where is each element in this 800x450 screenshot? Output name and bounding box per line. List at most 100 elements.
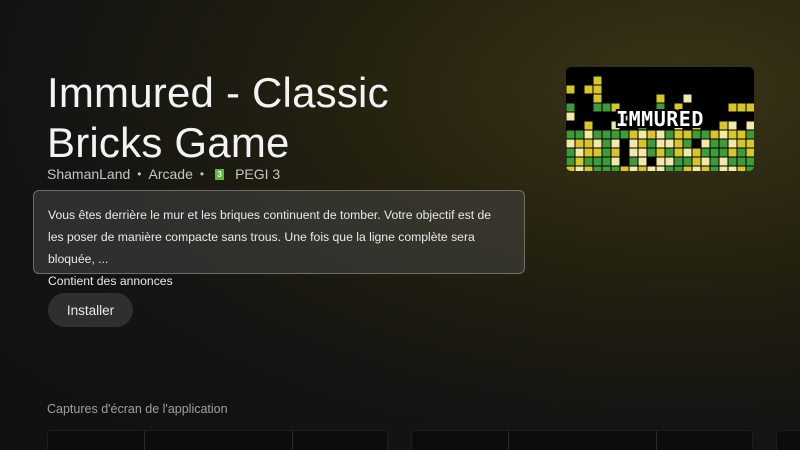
brick-block: [728, 130, 737, 139]
brick-block: [728, 148, 737, 157]
brick-block: [746, 130, 754, 139]
brick-block: [620, 166, 629, 171]
brick-block: [665, 157, 674, 166]
brick-block: [683, 166, 692, 171]
brick-block: [683, 130, 692, 139]
brick-block: [656, 166, 665, 171]
brick-block: [602, 166, 611, 171]
brick-block: [566, 157, 575, 166]
brick-block: [584, 148, 593, 157]
brick-block: [701, 166, 710, 171]
brick-block: [746, 157, 754, 166]
brick-block: [593, 130, 602, 139]
brick-block: [746, 148, 754, 157]
brick-block: [674, 157, 683, 166]
app-cover-image: IMMURED: [566, 67, 754, 171]
brick-block: [719, 148, 728, 157]
brick-block: [647, 148, 656, 157]
brick-block: [593, 157, 602, 166]
brick-block: [575, 166, 584, 171]
brick-block: [647, 130, 656, 139]
brick-block: [728, 166, 737, 171]
brick-block: [665, 148, 674, 157]
brick-block: [674, 130, 683, 139]
brick-block: [674, 139, 683, 148]
screenshot-thumbnail[interactable]: [411, 430, 753, 450]
brick-block: [746, 166, 754, 171]
brick-block: [656, 157, 665, 166]
brick-block: [593, 76, 602, 85]
pegi-rating-icon: 3: [215, 168, 225, 180]
brick-block: [683, 94, 692, 103]
brick-block: [629, 157, 638, 166]
brick-block: [593, 148, 602, 157]
screenshot-thumbnail[interactable]: [47, 430, 388, 450]
brick-block: [584, 166, 593, 171]
brick-block: [683, 148, 692, 157]
brick-block: [638, 157, 647, 166]
brick-block: [692, 166, 701, 171]
brick-block: [665, 139, 674, 148]
brick-block: [647, 139, 656, 148]
brick-block: [575, 139, 584, 148]
brick-block: [719, 139, 728, 148]
brick-block: [683, 157, 692, 166]
brick-block: [629, 130, 638, 139]
brick-block: [602, 139, 611, 148]
brick-block: [746, 139, 754, 148]
screenshots-section-title: Captures d'écran de l'application: [47, 402, 228, 416]
brick-block: [584, 130, 593, 139]
category-label: Arcade: [148, 166, 193, 182]
brick-block: [620, 130, 629, 139]
brick-block: [584, 139, 593, 148]
brick-block: [710, 139, 719, 148]
brick-block: [629, 166, 638, 171]
screenshot-thumbnail[interactable]: [776, 430, 800, 450]
brick-block: [719, 130, 728, 139]
brick-block: [728, 139, 737, 148]
install-button[interactable]: Installer: [48, 293, 133, 327]
brick-block: [629, 139, 638, 148]
brick-block: [665, 130, 674, 139]
brick-block: [674, 166, 683, 171]
brick-block: [602, 130, 611, 139]
brick-block: [575, 130, 584, 139]
brick-block: [701, 139, 710, 148]
brick-block: [575, 157, 584, 166]
brick-block: [638, 139, 647, 148]
brick-block: [593, 94, 602, 103]
brick-block: [566, 139, 575, 148]
brick-block: [611, 139, 620, 148]
brick-block: [692, 148, 701, 157]
developer-link[interactable]: ShamanLand: [47, 166, 130, 182]
brick-block: [593, 139, 602, 148]
brick-block: [737, 148, 746, 157]
brick-block: [575, 148, 584, 157]
brick-block: [638, 130, 647, 139]
brick-block: [584, 85, 593, 94]
brick-block: [566, 166, 575, 171]
brick-block: [737, 166, 746, 171]
brick-block: [566, 148, 575, 157]
app-title: Immured - Classic Bricks Game: [47, 69, 389, 166]
separator-dot: •: [137, 167, 142, 181]
brick-block: [611, 166, 620, 171]
brick-block: [692, 157, 701, 166]
content-rating-label: PEGI 3: [235, 166, 281, 182]
brick-block: [737, 157, 746, 166]
description-card[interactable]: Vous êtes derrière le mur et les briques…: [33, 190, 525, 288]
brick-block: [611, 148, 620, 157]
brick-block: [710, 130, 719, 139]
description-text: Vous êtes derrière le mur et les briques…: [48, 208, 492, 266]
brick-block: [593, 166, 602, 171]
brick-block: [710, 148, 719, 157]
brick-block: [701, 130, 710, 139]
brick-block: [593, 85, 602, 94]
brick-block: [629, 148, 638, 157]
brick-block: [647, 166, 656, 171]
brick-block: [665, 166, 674, 171]
cover-logo-text: IMMURED: [616, 107, 704, 131]
brick-block: [656, 94, 665, 103]
brick-block: [584, 157, 593, 166]
brick-block: [701, 157, 710, 166]
